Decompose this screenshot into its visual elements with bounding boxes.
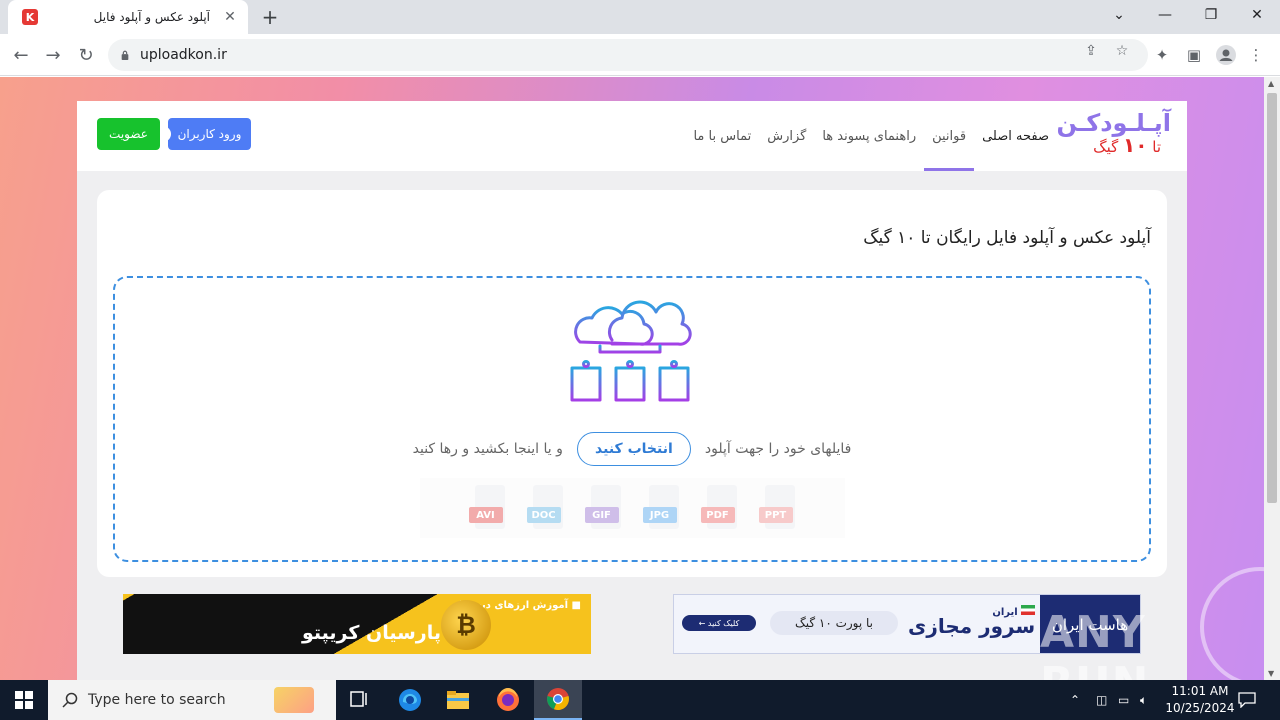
- scroll-down-icon[interactable]: ▼: [1268, 669, 1274, 678]
- watermark-text: ANY RUN: [1040, 607, 1148, 680]
- upload-dropzone[interactable]: فایلهای خود را جهت آپلود انتخاب کنید و ی…: [113, 276, 1151, 562]
- lock-icon: [121, 50, 129, 60]
- address-bar[interactable]: uploadkon.ir: [108, 39, 1148, 71]
- tab-title: آپلود عکس و آپلود فایل: [93, 10, 210, 24]
- scroll-thumb[interactable]: [1267, 93, 1277, 503]
- choose-file-button[interactable]: انتخاب کنید: [576, 432, 691, 466]
- gif-file-icon: GIF: [584, 485, 623, 531]
- edge-icon[interactable]: [386, 680, 434, 720]
- close-window-button[interactable]: ✕: [1234, 0, 1280, 30]
- start-button[interactable]: [0, 680, 48, 720]
- nav-extensions-guide[interactable]: راهنمای پسوند ها: [814, 101, 924, 171]
- tab-close-icon[interactable]: ✕: [222, 9, 238, 25]
- page-title: آپلود عکس و آپلود فایل رایگان تا ۱۰ گیگ: [863, 228, 1151, 248]
- side-panel-icon[interactable]: ▣: [1183, 44, 1205, 66]
- extensions-icon[interactable]: ✦: [1151, 44, 1173, 66]
- tab-strip: K آپلود عکس و آپلود فایل ✕ + ⌄ — ❐ ✕: [0, 0, 1280, 34]
- firefox-icon[interactable]: [484, 680, 532, 720]
- clock-date: 10/25/2024: [1165, 701, 1235, 715]
- nav-home[interactable]: صفحه اصلی: [974, 101, 1057, 171]
- tab-search-icon[interactable]: ⌄: [1096, 0, 1142, 30]
- ppt-file-icon: PPT: [758, 485, 797, 531]
- ad-crypto-title: پارسیان کریپتو: [301, 622, 441, 644]
- taskbar-clock[interactable]: 11:01 AM 10/25/2024: [1160, 683, 1240, 717]
- file-explorer-icon[interactable]: [434, 680, 482, 720]
- site-favicon-icon: K: [22, 9, 38, 25]
- ad-vps-pill: با پورت ۱۰ گیگ: [770, 611, 898, 635]
- cloud-upload-icon: [570, 300, 692, 402]
- jpg-file-icon: JPG: [642, 485, 681, 531]
- ad-click-button[interactable]: کلیک کنید ←: [682, 615, 756, 631]
- share-icon[interactable]: ⇪: [1082, 42, 1100, 60]
- new-tab-button[interactable]: +: [258, 5, 282, 29]
- upload-card: آپلود عکس و آپلود فایل رایگان تا ۱۰ گیگ: [97, 190, 1167, 577]
- bitcoin-icon: ₿: [441, 600, 491, 650]
- volume-icon[interactable]: 🔈︎: [1140, 680, 1147, 720]
- drop-text-after: و یا اینجا بکشید و رها کنید: [412, 441, 563, 457]
- crypto-ad-banner[interactable]: ■ آموزش ارزهای دیجیتال پارسیان کریپتو ₿: [123, 594, 591, 654]
- page-scrollbar[interactable]: ▲ ▼: [1264, 77, 1280, 680]
- restore-button[interactable]: ❐: [1188, 0, 1234, 30]
- menu-icon[interactable]: ⋮: [1245, 44, 1267, 66]
- ad-vps-title: ایران سرور مجازی: [908, 605, 1036, 638]
- clock-time: 11:01 AM: [1171, 684, 1229, 698]
- doc-file-icon: DOC: [526, 485, 565, 531]
- site-container: آپـلـودکـن تا ۱۰ گیگ صفحه اصلی قوانین را…: [77, 101, 1187, 680]
- signup-button[interactable]: عضویت: [97, 118, 160, 150]
- tray-chevron-icon[interactable]: ⌃: [1070, 680, 1080, 720]
- profile-icon[interactable]: [1215, 44, 1237, 66]
- network-icon[interactable]: ▭: [1118, 680, 1129, 720]
- nav-contact[interactable]: تماس با ما: [685, 101, 759, 171]
- chrome-icon[interactable]: [534, 680, 582, 720]
- search-placeholder: Type here to search: [88, 692, 226, 708]
- search-icon: [62, 692, 78, 708]
- browser-toolbar: ← → ↻ uploadkon.ir ⇪ ☆ ✦ ▣ ⋮: [0, 34, 1280, 76]
- taskbar-search[interactable]: Type here to search: [48, 680, 336, 720]
- avi-file-icon: AVI: [468, 485, 507, 531]
- tray-app-icon[interactable]: ◫: [1096, 680, 1107, 720]
- drop-instructions: فایلهای خود را جهت آپلود انتخاب کنید و ی…: [115, 432, 1149, 466]
- url-text: uploadkon.ir: [140, 47, 227, 63]
- browser-tab[interactable]: K آپلود عکس و آپلود فایل ✕: [8, 0, 248, 34]
- windows-logo-icon: [15, 691, 33, 709]
- back-button[interactable]: ←: [8, 42, 34, 68]
- site-header: آپـلـودکـن تا ۱۰ گیگ صفحه اصلی قوانین را…: [77, 101, 1187, 171]
- nav-report[interactable]: گزارش: [759, 101, 814, 171]
- scroll-up-icon[interactable]: ▲: [1268, 79, 1274, 88]
- page-viewport: آپـلـودکـن تا ۱۰ گیگ صفحه اصلی قوانین را…: [0, 77, 1264, 680]
- search-highlight-image: [273, 687, 314, 713]
- task-view-icon[interactable]: [336, 680, 384, 720]
- windows-taskbar: Type here to search ⌃ ◫ ▭ 🔈︎ 11:01 AM 10…: [0, 680, 1280, 720]
- bookmark-star-icon[interactable]: ☆: [1113, 42, 1131, 60]
- site-logo[interactable]: آپـلـودکـن تا ۱۰ گیگ: [1056, 109, 1171, 157]
- minimize-button[interactable]: —: [1142, 0, 1188, 30]
- forward-button[interactable]: →: [40, 42, 66, 68]
- nav-rules[interactable]: قوانین: [924, 101, 975, 171]
- file-type-icons: PPT PDF JPG GIF DOC AVI: [420, 478, 845, 538]
- main-nav: صفحه اصلی قوانین راهنمای پسوند ها گزارش …: [685, 101, 1057, 171]
- notifications-icon[interactable]: [1238, 680, 1256, 720]
- drop-text-before: فایلهای خود را جهت آپلود: [704, 441, 852, 457]
- reload-button[interactable]: ↻: [73, 42, 99, 68]
- pdf-file-icon: PDF: [700, 485, 739, 531]
- login-button[interactable]: ورود کاربران: [168, 118, 251, 150]
